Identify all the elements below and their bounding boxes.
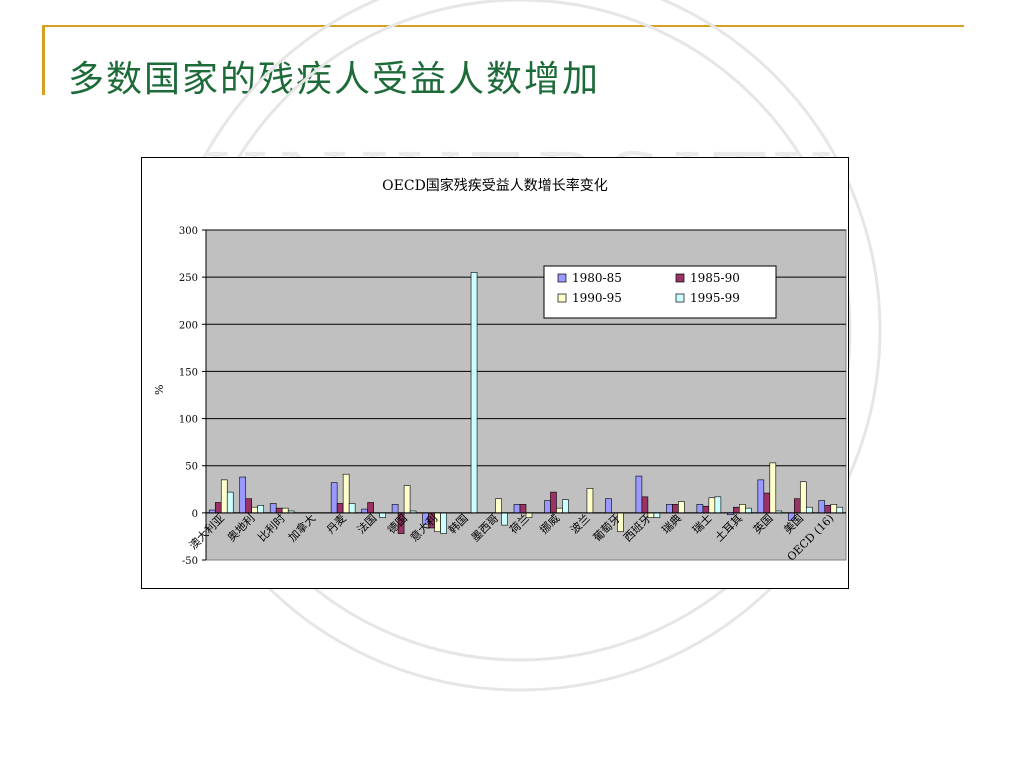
bar-1980-85-6 [391,504,399,514]
y-tick-label: 100 [179,415,198,426]
legend-label: 1995-99 [690,291,740,305]
bar-1990-95-20 [830,504,838,514]
legend-swatch [557,293,567,303]
y-tick-label: 250 [179,273,198,284]
bar-1995-99-9 [501,512,508,526]
bar-1985-90-4 [336,503,344,514]
bar-1980-85-10 [513,504,521,514]
bar-1985-90-17 [733,506,740,514]
bar-1990-95-6 [403,485,411,514]
bar-1980-85-2 [269,503,277,514]
bar-1985-90-11 [550,491,557,514]
bar-1980-85-18 [757,479,765,514]
bar-1990-95-17 [739,504,746,514]
bar-1985-90-19 [793,498,801,514]
bar-1995-99-4 [348,503,356,514]
bar-1985-90-5 [367,502,374,514]
y-axis-ticks: -50 0 50 100 150 200 250 300 [179,226,207,567]
bar-1985-90-0 [214,502,222,514]
bar-1990-95-19 [799,481,807,514]
bar-1980-85-4 [330,482,338,514]
bar-1990-95-0 [220,479,228,514]
bar-1980-85-11 [544,500,551,514]
bar-1995-99-14 [653,512,661,518]
bar-1995-99-11 [562,499,569,514]
bar-1995-99-0 [226,491,234,514]
bar-1985-90-15 [672,504,679,514]
bar-1980-85-16 [696,504,704,514]
y-tick-label: 150 [179,367,198,378]
bar-1980-85-13 [605,498,612,514]
left-accent-rule [42,25,45,95]
bar-1980-85-15 [666,504,673,514]
y-tick-label: 200 [179,320,198,331]
bar-1990-95-1 [251,506,259,514]
bar-1990-95-9 [495,498,502,514]
chart-container: OECD国家残疾受益人数增长率变化 -50 0 50 100 150 200 250 300 … [141,157,849,589]
bar-1995-99-8 [470,272,478,514]
legend-label: 1990-95 [572,291,622,305]
legend-label: 1985-90 [690,271,740,285]
bar-1985-90-20 [824,505,832,514]
bar-1995-99-1 [257,505,265,514]
bar-1990-95-4 [342,473,350,514]
y-tick-label: 50 [185,462,198,473]
bar-1990-95-11 [556,507,563,514]
y-tick-label: 300 [179,226,198,237]
bar-1995-99-16 [714,496,722,514]
bar-1980-85-1 [239,476,247,514]
bar-1985-90-10 [519,504,527,514]
bar-1980-85-5 [361,508,368,514]
chart-title: OECD国家残疾受益人数增长率变化 [382,177,608,194]
bar-1995-99-7 [440,512,447,534]
bar-1995-99-20 [836,506,844,514]
top-accent-rule [42,25,964,27]
legend-swatch [557,273,567,283]
bar-1995-99-19 [805,506,813,514]
bar-1995-99-17 [745,507,752,514]
legend-swatch [675,293,685,303]
bar-1990-95-12 [586,488,594,514]
legend: 1980-85 1985-90 1990-95 1995-99 [543,265,777,319]
legend-swatch [675,273,685,283]
legend-label: 1980-85 [572,271,622,285]
bar-1980-85-14 [635,475,643,514]
bar-1985-90-14 [641,496,649,514]
y-tick-label: 0 [192,509,198,520]
slide-title: 多数国家的残疾人受益人数增加 [68,59,601,100]
y-axis-label: % [153,385,166,395]
growth-rate-bar-chart: OECD国家残疾受益人数增长率变化 -50050100150200250300 … [153,177,847,567]
y-tick-label: -50 [182,556,198,567]
bar-1985-90-18 [763,492,771,514]
bar-1990-95-15 [678,501,685,514]
bar-1990-95-16 [708,497,716,514]
bar-1990-95-18 [769,462,777,514]
bar-1995-99-5 [379,512,386,518]
bar-1985-90-16 [702,505,710,514]
bar-1990-95-2 [281,507,289,514]
bar-1985-90-1 [245,498,253,514]
bar-1980-85-20 [818,500,826,514]
